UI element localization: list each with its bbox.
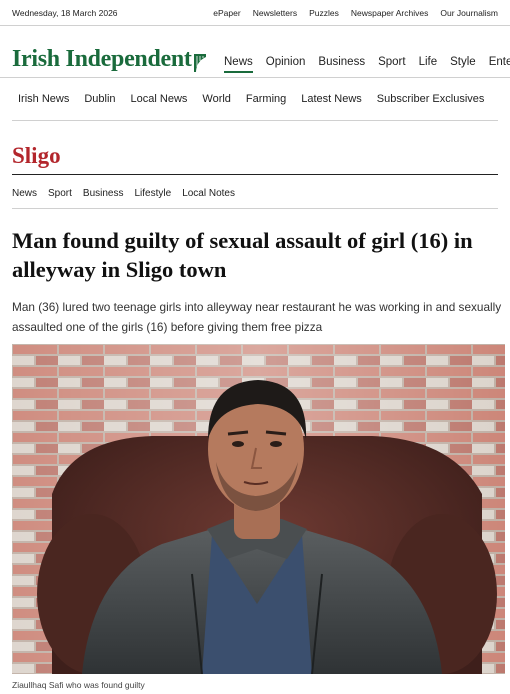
nav-entertainment[interactable]: Enter xyxy=(489,56,510,73)
section-nav-sport[interactable]: Sport xyxy=(48,188,72,199)
article-image[interactable] xyxy=(12,344,505,674)
section-nav-lifestyle[interactable]: Lifestyle xyxy=(135,188,172,199)
nav-sport[interactable]: Sport xyxy=(378,56,406,73)
harp-icon xyxy=(194,54,206,72)
utility-bar: Wednesday, 18 March 2026 ePaper Newslett… xyxy=(0,0,510,26)
link-newspaper-archives[interactable]: Newspaper Archives xyxy=(351,8,428,18)
subnav-farming[interactable]: Farming xyxy=(246,93,286,105)
nav-life[interactable]: Life xyxy=(419,56,438,73)
subnav-irish-news[interactable]: Irish News xyxy=(18,93,69,105)
nav-news[interactable]: News xyxy=(224,56,253,73)
nav-style[interactable]: Style xyxy=(450,56,476,73)
section-nav-local-notes[interactable]: Local Notes xyxy=(182,188,235,199)
utility-links: ePaper Newsletters Puzzles Newspaper Arc… xyxy=(213,8,498,18)
current-date: Wednesday, 18 March 2026 xyxy=(12,8,118,18)
section-title[interactable]: Sligo xyxy=(12,143,61,169)
divider xyxy=(12,120,498,121)
portrait-photo xyxy=(12,344,505,674)
site-logo[interactable]: Irish Independent xyxy=(12,46,192,73)
section-nav: News Sport Business Lifestyle Local Note… xyxy=(12,188,235,199)
masthead: Irish Independent News Opinion Business … xyxy=(0,26,510,78)
subnav-local-news[interactable]: Local News xyxy=(131,93,188,105)
article-standfirst: Man (36) lured two teenage girls into al… xyxy=(12,300,502,334)
section-nav-news[interactable]: News xyxy=(12,188,37,199)
subnav-latest-news[interactable]: Latest News xyxy=(301,93,362,105)
link-newsletters[interactable]: Newsletters xyxy=(253,8,297,18)
divider xyxy=(12,174,498,175)
link-epaper[interactable]: ePaper xyxy=(213,8,240,18)
image-caption: Ziaullhaq Safi who was found guilty xyxy=(12,680,145,690)
main-nav: News Opinion Business Sport Life Style E… xyxy=(224,56,510,73)
subnav-dublin[interactable]: Dublin xyxy=(84,93,115,105)
divider xyxy=(12,208,498,209)
link-our-journalism[interactable]: Our Journalism xyxy=(440,8,498,18)
nav-opinion[interactable]: Opinion xyxy=(266,56,306,73)
nav-business[interactable]: Business xyxy=(318,56,365,73)
subnav-subscriber-exclusives[interactable]: Subscriber Exclusives xyxy=(377,93,485,105)
subnav-world[interactable]: World xyxy=(202,93,231,105)
article-headline: Man found guilty of sexual assault of gi… xyxy=(12,228,473,282)
link-puzzles[interactable]: Puzzles xyxy=(309,8,339,18)
sub-nav: Irish News Dublin Local News World Farmi… xyxy=(18,93,484,105)
section-nav-business[interactable]: Business xyxy=(83,188,124,199)
